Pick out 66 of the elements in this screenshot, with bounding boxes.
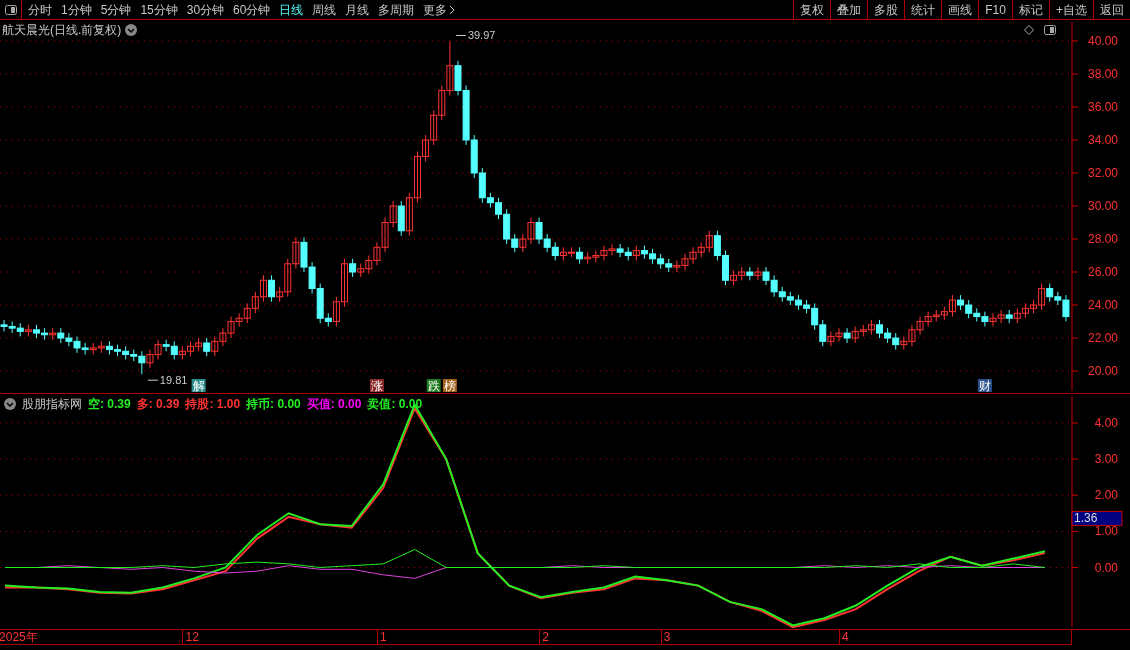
date-axis-label: 2 <box>539 630 549 644</box>
event-marker[interactable]: 涨 <box>369 379 384 393</box>
toolbar-button[interactable]: +自选 <box>1049 0 1093 19</box>
date-axis-label: 3 <box>660 630 671 644</box>
toolbar-button[interactable]: F10 <box>978 0 1012 19</box>
indicator-title: 股朋指标网 <box>22 396 82 413</box>
timeframe-tab[interactable]: 5分钟 <box>100 0 132 19</box>
axis-tick-label: 26.00 <box>1087 265 1118 279</box>
axis-tick-label: 30.00 <box>1087 199 1118 213</box>
timeframe-tab[interactable]: 周线 <box>312 0 337 19</box>
indicator-reading: 持股: 1.00 <box>185 396 241 413</box>
axis-tick-label: 4.00 <box>1094 415 1118 430</box>
more-button[interactable]: 更多 <box>423 0 456 19</box>
axis-tick-label: 38.00 <box>1087 66 1118 81</box>
timeframe-tab[interactable]: 1分钟 <box>61 0 92 19</box>
axis-tick-label: 24.00 <box>1087 298 1118 313</box>
panel-icon[interactable] <box>1044 25 1056 35</box>
date-axis-label: 4 <box>839 630 849 644</box>
axis-tick-label: 3.00 <box>1094 452 1118 467</box>
event-marker[interactable]: 财 <box>977 379 992 393</box>
dropdown-icon[interactable] <box>125 24 138 36</box>
date-axis-label: 1 <box>377 630 387 644</box>
date-axis-label: 12 <box>182 630 199 644</box>
axis-tick-label: 36.00 <box>1087 100 1118 114</box>
timeframe-tab[interactable]: 多周期 <box>378 0 415 19</box>
indicator-reading: 买值: 0.00 <box>306 396 362 413</box>
toolbar-button[interactable]: 多股 <box>867 0 904 19</box>
axis-tick-label: 2.00 <box>1094 488 1118 503</box>
indicator-reading: 持币: 0.00 <box>246 396 301 413</box>
toolbar-button[interactable]: 画线 <box>941 0 978 19</box>
stock-title: 航天晨光(日线.前复权) <box>2 22 122 39</box>
timeframe-tab[interactable]: 月线 <box>345 0 370 19</box>
timeframe-tab[interactable]: 分时 <box>28 0 52 19</box>
indicator-reading: 多: 0.39 <box>136 396 180 413</box>
toolbar-button[interactable]: 复权 <box>793 0 830 19</box>
axis-tick-label: 22.00 <box>1087 331 1118 346</box>
toolbar-button[interactable]: 统计 <box>904 0 941 19</box>
axis-tick-label: 28.00 <box>1087 232 1118 246</box>
timeframe-tab[interactable]: 30分钟 <box>186 0 225 19</box>
price-annotation: 19.81 <box>147 374 188 387</box>
axis-tick-label: 34.00 <box>1087 133 1118 147</box>
timeframe-tab[interactable]: 日线 <box>279 0 304 19</box>
toolbar-button[interactable]: 叠加 <box>830 0 867 19</box>
annotation: 39.97 <box>467 29 496 42</box>
axis-tick-label: 0.00 <box>1094 560 1118 575</box>
event-marker[interactable]: 跌 <box>426 379 441 393</box>
timeframe-tab[interactable]: 15分钟 <box>140 0 178 19</box>
indicator-reading: 卖值: 0.00 <box>367 396 423 413</box>
current-value-label: 1.36 <box>1071 510 1123 526</box>
price-annotation: 39.97 <box>455 29 496 42</box>
diamond-icon[interactable] <box>1024 25 1034 35</box>
axis-tick-label: 1.00 <box>1094 524 1118 539</box>
event-marker[interactable]: 解 <box>191 379 206 393</box>
timeframe-tab[interactable]: 60分钟 <box>233 0 271 19</box>
axis-tick-label: 32.00 <box>1087 166 1118 180</box>
axis-tick-label: 40.00 <box>1087 33 1118 48</box>
annotation: 19.81 <box>159 374 188 387</box>
toolbar-button[interactable]: 标记 <box>1012 0 1049 19</box>
panel-icon <box>4 4 17 15</box>
axis-tick-label: 20.00 <box>1087 364 1118 379</box>
chevron-right-icon <box>449 4 456 15</box>
date-axis-label: 2025年 <box>0 630 38 644</box>
dropdown-icon[interactable] <box>4 398 16 410</box>
event-marker[interactable]: 榜 <box>442 379 457 393</box>
toolbar-button[interactable]: 返回 <box>1093 0 1130 19</box>
indicator-reading: 空: 0.39 <box>88 396 131 413</box>
